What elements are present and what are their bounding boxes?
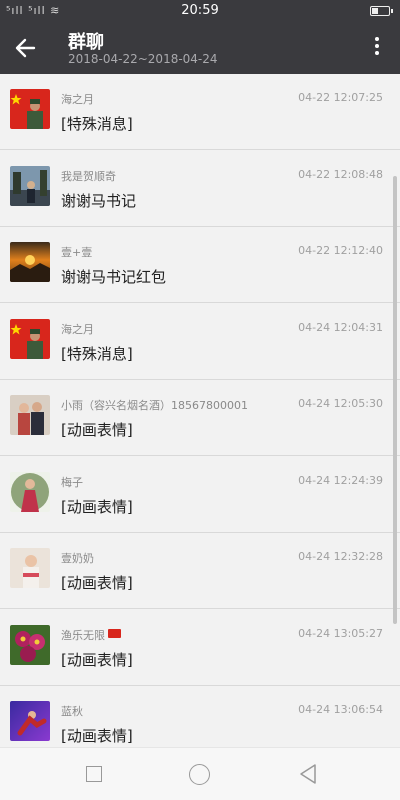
message-text: [动画表情] [61, 727, 133, 745]
message-time: 04-24 12:05:30 [298, 397, 383, 410]
sender-name: 海之月 [61, 322, 94, 336]
message-text: [特殊消息] [61, 344, 133, 363]
message-row[interactable]: 壹+壹 04-22 12:12:40 谢谢马书记红包 [0, 227, 400, 303]
message-time: 04-24 12:24:39 [298, 473, 383, 487]
message-time: 04-24 12:04:31 [298, 320, 383, 334]
message-text: [动画表情] [61, 650, 133, 669]
app-bar: 群聊 2018-04-22~2018-04-24 [0, 22, 400, 74]
nav-back-icon[interactable] [298, 763, 318, 789]
sender-name: 梅子 [61, 475, 83, 489]
message-row[interactable]: 梅子 04-24 12:24:39 [动画表情] [0, 457, 400, 533]
message-row[interactable]: 渔乐无限 04-24 13:05:27 [动画表情] [0, 610, 400, 686]
sender-name: 壹奶奶 [61, 552, 94, 565]
message-row[interactable]: 海之月 04-24 12:04:31 [特殊消息] [0, 304, 400, 380]
flag-emoji-icon [108, 628, 121, 638]
sender-name: 蓝秋 [61, 705, 83, 718]
message-time: 04-24 13:05:27 [298, 626, 383, 640]
scrollbar[interactable] [393, 176, 397, 624]
status-time: 20:59 [181, 3, 219, 18]
message-time: 04-24 12:32:28 [298, 550, 383, 563]
navigation-bar [0, 747, 400, 800]
avatar[interactable] [10, 701, 50, 741]
message-row[interactable]: 蓝秋 04-24 13:06:54 [动画表情] [0, 686, 400, 747]
message-list[interactable]: 海之月 04-22 12:07:25 [特殊消息] 我是贺顺奇 04-22 12:08:… [0, 74, 400, 747]
avatar[interactable] [10, 318, 50, 359]
message-time: 04-22 12:12:40 [298, 244, 383, 257]
message-row[interactable]: 海之月 04-22 12:07:25 [特殊消息] [0, 74, 400, 150]
more-options-icon[interactable] [372, 34, 382, 62]
page-title: 群聊 [68, 32, 104, 53]
avatar[interactable] [10, 242, 50, 282]
sender-name: 海之月 [61, 93, 94, 106]
battery-icon [370, 6, 393, 16]
avatar[interactable] [10, 471, 50, 512]
home-icon[interactable] [189, 764, 210, 785]
avatar[interactable] [10, 89, 50, 129]
avatar[interactable] [10, 624, 50, 665]
avatar[interactable] [10, 165, 50, 206]
sender-name: 壹+壹 [61, 246, 93, 259]
message-row[interactable]: 壹奶奶 04-24 12:32:28 [动画表情] [0, 533, 400, 609]
message-text: [动画表情] [61, 574, 133, 592]
avatar[interactable] [10, 548, 50, 588]
avatar[interactable] [10, 395, 50, 435]
message-text: [动画表情] [61, 421, 133, 439]
message-text: 谢谢马书记 [61, 191, 137, 210]
message-time: 04-22 12:07:25 [298, 91, 383, 104]
sender-name: 小雨（容兴名烟名酒）18567800001 [61, 399, 248, 412]
message-text: [特殊消息] [61, 115, 133, 133]
recent-apps-icon[interactable] [86, 766, 102, 782]
message-time: 04-24 13:06:54 [298, 703, 383, 716]
sender-name: 渔乐无限 [61, 628, 105, 642]
status-bar: ⁵ıll ⁵ıll ≋ 20:59 [0, 0, 400, 22]
message-row[interactable]: 小雨（容兴名烟名酒）18567800001 04-24 12:05:30 [动画表情… [0, 380, 400, 456]
message-time: 04-22 12:08:48 [298, 167, 383, 181]
message-text: [动画表情] [61, 497, 133, 516]
message-text: 谢谢马书记红包 [61, 268, 167, 286]
date-range: 2018-04-22~2018-04-24 [68, 52, 218, 66]
sender-name: 我是贺顺奇 [61, 169, 116, 183]
message-row[interactable]: 我是贺顺奇 04-22 12:08:48 谢谢马书记 [0, 151, 400, 227]
back-arrow-icon[interactable] [8, 30, 44, 66]
